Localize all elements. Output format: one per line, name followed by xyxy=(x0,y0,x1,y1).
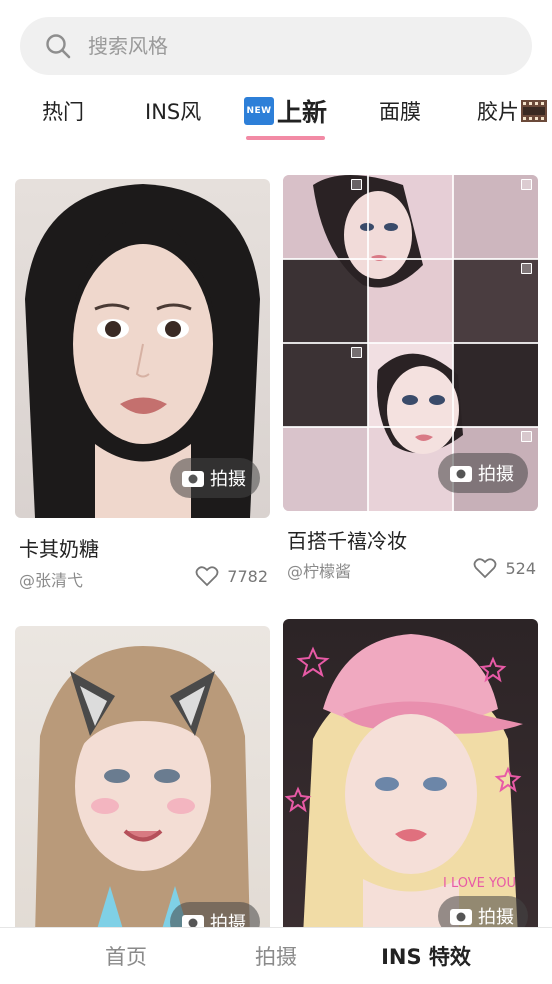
card-author[interactable]: @张清弋 xyxy=(19,567,83,591)
nav-label: 首页 xyxy=(105,945,147,969)
tab-label: 胶片 xyxy=(477,100,519,124)
portrait-illustration xyxy=(35,646,250,936)
style-card[interactable]: I LOVE YOU 拍摄 xyxy=(283,619,538,936)
nav-label: INS 特效 xyxy=(381,945,471,969)
style-card[interactable]: 拍摄 xyxy=(15,626,270,936)
bottom-nav: 首页 拍摄 INS 特效 xyxy=(0,927,552,984)
heart-icon xyxy=(195,566,219,587)
nav-label: 拍摄 xyxy=(255,945,297,969)
shoot-button[interactable]: 拍摄 xyxy=(170,458,260,498)
tab-label: 上新 xyxy=(277,98,328,127)
nav-shoot[interactable]: 拍摄 xyxy=(226,928,326,984)
like-count-value: 7782 xyxy=(227,566,268,586)
style-card[interactable]: 拍摄 卡其奶糖 @张清弋 7782 xyxy=(15,179,270,590)
new-badge: NEW xyxy=(244,97,274,125)
style-preview-image[interactable]: 拍摄 xyxy=(15,179,270,518)
active-tab-indicator xyxy=(246,136,326,140)
film-icon xyxy=(521,100,547,122)
search-bar[interactable] xyxy=(20,17,532,75)
svg-text:I LOVE YOU: I LOVE YOU xyxy=(443,876,516,891)
tab-film[interactable]: 胶片 xyxy=(477,88,547,134)
tab-label: INS风 xyxy=(145,100,202,124)
camera-icon xyxy=(450,909,472,925)
tab-mask[interactable]: 面膜 xyxy=(379,88,421,134)
tab-label: 面膜 xyxy=(379,100,421,124)
search-input[interactable] xyxy=(86,33,470,59)
card-author[interactable]: @柠檬酱 xyxy=(287,558,351,582)
style-card[interactable]: 拍摄 百搭千禧冷妆 @柠檬酱 524 xyxy=(283,175,538,581)
heart-icon xyxy=(474,558,497,579)
shoot-label: 拍摄 xyxy=(478,464,514,485)
shoot-button[interactable]: 拍摄 xyxy=(438,453,528,493)
portrait-illustration: I LOVE YOU xyxy=(284,634,523,936)
nav-home[interactable]: 首页 xyxy=(76,928,176,984)
nav-ins-effects[interactable]: INS 特效 xyxy=(366,928,486,984)
tab-label: 热门 xyxy=(42,100,84,124)
style-preview-image[interactable]: 拍摄 xyxy=(283,175,538,511)
tab-ins[interactable]: INS风 xyxy=(145,88,201,134)
shoot-label: 拍摄 xyxy=(478,907,514,928)
search-icon xyxy=(46,34,71,59)
camera-icon xyxy=(182,471,204,487)
card-title: 卡其奶糖 xyxy=(19,537,99,561)
shoot-label: 拍摄 xyxy=(210,469,246,490)
tab-hot[interactable]: 热门 xyxy=(42,88,84,134)
category-tabs: 热门 INS风 NEW 上新 面膜 胶片 xyxy=(0,88,552,140)
card-title: 百搭千禧冷妆 xyxy=(287,529,407,553)
like-count[interactable]: 7782 xyxy=(195,565,268,587)
like-count[interactable]: 524 xyxy=(473,557,536,579)
tab-new[interactable]: NEW 上新 xyxy=(244,88,328,140)
style-preview-image[interactable]: I LOVE YOU 拍摄 xyxy=(283,619,538,936)
camera-icon xyxy=(450,466,472,482)
style-preview-image[interactable]: 拍摄 xyxy=(15,626,270,936)
like-count-value: 524 xyxy=(505,558,536,578)
